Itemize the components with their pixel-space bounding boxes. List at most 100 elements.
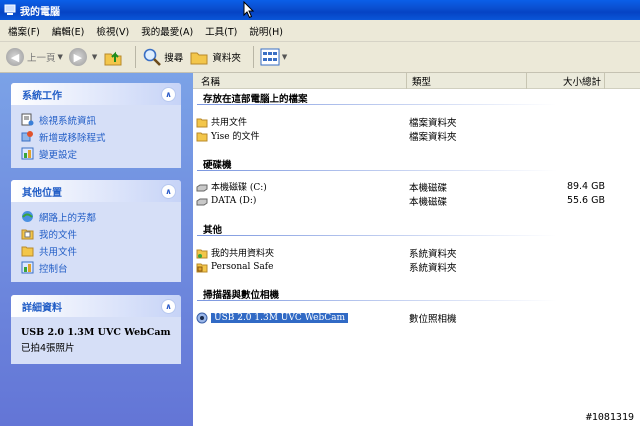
task-view-system-info[interactable]: 檢視系統資訊 (21, 111, 173, 128)
collapse-chevron-icon[interactable]: ∧ (161, 86, 176, 102)
forward-dropdown-icon[interactable]: ▼ (92, 53, 97, 61)
system-tasks-title: 系統工作 (22, 90, 62, 102)
task-change-setting[interactable]: 變更設定 (21, 145, 173, 162)
item-type: 檔案資料夾 (409, 131, 457, 143)
search-icon (143, 48, 162, 66)
back-arrow-icon: ◀ (6, 48, 24, 66)
column-header-row: 名稱 類型 大小總計 (193, 72, 640, 89)
shared-folder-icon (196, 249, 208, 258)
group-header: 存放在這部電腦上的檔案 (203, 94, 308, 105)
forward-button[interactable]: ▶ ▼ (68, 48, 97, 66)
folders-button[interactable]: 資料夾 (189, 47, 241, 67)
title-bar[interactable]: 我的電腦 (0, 0, 640, 20)
webcam-icon (196, 312, 208, 323)
task-label: 變更設定 (39, 149, 78, 161)
list-item[interactable]: Yise 的文件 檔案資料夾 (196, 129, 636, 143)
menu-tools[interactable]: 工具(T) (199, 24, 243, 38)
hard-drive-icon (196, 198, 208, 205)
group-header: 掃描器與數位相機 (203, 290, 280, 301)
system-tasks-panel: 系統工作 ∧ 檢視系統資訊 新增或移除程式 變更設定 (11, 83, 181, 168)
group-header: 其他 (203, 225, 223, 236)
other-places-panel: 其他位置 ∧ 網路上的芳鄰 我的文件 共用文件 控制台 (11, 180, 181, 282)
folder-icon (196, 118, 208, 127)
menu-file[interactable]: 檔案(F) (2, 24, 46, 38)
control-panel-icon (21, 261, 34, 274)
details-title: 詳細資料 (22, 302, 62, 314)
list-item[interactable]: 我的共用資料夾 系統資料夾 (196, 246, 636, 260)
collapse-chevron-icon[interactable]: ∧ (161, 298, 176, 314)
task-label: 我的文件 (39, 229, 78, 241)
item-name: USB 2.0 1.3M UVC WebCam (211, 312, 349, 323)
item-size: 89.4 GB (566, 181, 605, 192)
views-dropdown-icon[interactable]: ▼ (282, 53, 287, 61)
details-header[interactable]: 詳細資料 ∧ (11, 295, 181, 317)
folders-label: 資料夾 (212, 53, 241, 64)
item-name: 我的共用資料夾 (211, 249, 275, 259)
menu-view[interactable]: 檢視(V) (90, 24, 135, 38)
place-shared-documents[interactable]: 共用文件 (21, 242, 173, 259)
list-item-selected[interactable]: USB 2.0 1.3M UVC WebCam 數位照相機 (196, 311, 636, 325)
list-item[interactable]: 本機磁碟 (C:) 本機磁碟 89.4 GB (196, 180, 636, 194)
group-divider (197, 300, 557, 301)
item-name: 本機磁碟 (C:) (211, 183, 267, 193)
toolbar: ◀ 上一頁 ▼ ▶ ▼ 搜尋 資料夾 ▼ (0, 42, 640, 73)
place-control-panel[interactable]: 控制台 (21, 259, 173, 276)
item-type: 檔案資料夾 (409, 117, 457, 129)
item-type: 數位照相機 (409, 313, 457, 325)
up-folder-button[interactable] (103, 47, 123, 67)
collapse-chevron-icon[interactable]: ∧ (161, 183, 176, 199)
list-item[interactable]: DATA (D:) 本機磁碟 55.6 GB (196, 194, 636, 208)
item-name: DATA (D:) (211, 195, 257, 206)
system-info-icon (21, 113, 34, 126)
control-panel-icon (21, 147, 34, 160)
place-my-documents[interactable]: 我的文件 (21, 225, 173, 242)
back-button[interactable]: ◀ 上一頁 ▼ (6, 48, 63, 66)
search-label: 搜尋 (164, 53, 184, 64)
item-size: 55.6 GB (566, 195, 605, 206)
mouse-cursor-icon (243, 1, 255, 19)
place-network[interactable]: 網路上的芳鄰 (21, 208, 173, 225)
menu-bar: 檔案(F) 編輯(E) 檢視(V) 我的最愛(A) 工具(T) 說明(H) (0, 20, 640, 42)
list-item[interactable]: Personal Safe 系統資料夾 (196, 260, 636, 274)
details-item-info: 已拍4張照片 (21, 343, 75, 354)
forward-arrow-icon: ▶ (68, 48, 87, 66)
column-name[interactable]: 名稱 (193, 72, 407, 89)
column-type[interactable]: 類型 (407, 72, 527, 89)
window-title: 我的電腦 (20, 6, 60, 18)
task-label: 共用文件 (39, 246, 78, 258)
system-tasks-header[interactable]: 系統工作 ∧ (11, 83, 181, 105)
item-name: Personal Safe (211, 261, 274, 272)
task-add-remove-programs[interactable]: 新增或移除程式 (21, 128, 173, 145)
task-pane: 系統工作 ∧ 檢視系統資訊 新增或移除程式 變更設定 其他位置 ∧ 網路上的芳鄰… (0, 73, 193, 426)
other-places-header[interactable]: 其他位置 ∧ (11, 180, 181, 202)
views-button[interactable]: ▼ (260, 48, 287, 66)
item-name: Yise 的文件 (211, 132, 260, 142)
search-button[interactable]: 搜尋 (142, 47, 183, 67)
task-label: 新增或移除程式 (39, 132, 106, 144)
item-type: 系統資料夾 (409, 262, 457, 274)
task-label: 控制台 (39, 263, 68, 275)
other-places-title: 其他位置 (22, 187, 62, 199)
menu-favorites[interactable]: 我的最愛(A) (135, 24, 199, 38)
item-name: 共用文件 (211, 118, 248, 128)
watermark: #1081319 (585, 412, 634, 423)
menu-edit[interactable]: 編輯(E) (46, 24, 90, 38)
column-size[interactable]: 大小總計 (527, 72, 605, 89)
shared-folder-icon (21, 246, 34, 257)
group-divider (197, 235, 557, 236)
back-dropdown-icon[interactable]: ▼ (58, 53, 63, 61)
my-documents-icon (21, 229, 34, 240)
details-item-name: USB 2.0 1.3M UVC WebCam (21, 327, 171, 338)
file-list-view: 名稱 類型 大小總計 存放在這部電腦上的檔案 共用文件 檔案資料夾 Yise 的… (193, 72, 640, 426)
group-header: 硬碟機 (203, 160, 232, 171)
menu-help[interactable]: 說明(H) (243, 24, 289, 38)
hard-drive-icon (196, 184, 208, 191)
toolbar-separator (252, 46, 254, 68)
add-remove-programs-icon (21, 131, 33, 142)
views-icon (260, 48, 280, 66)
list-item[interactable]: 共用文件 檔案資料夾 (196, 115, 636, 129)
network-places-icon (22, 211, 33, 222)
details-panel: 詳細資料 ∧ USB 2.0 1.3M UVC WebCam 已拍4張照片 (11, 295, 181, 364)
task-label: 網路上的芳鄰 (39, 212, 97, 224)
lock-folder-icon (196, 263, 208, 272)
